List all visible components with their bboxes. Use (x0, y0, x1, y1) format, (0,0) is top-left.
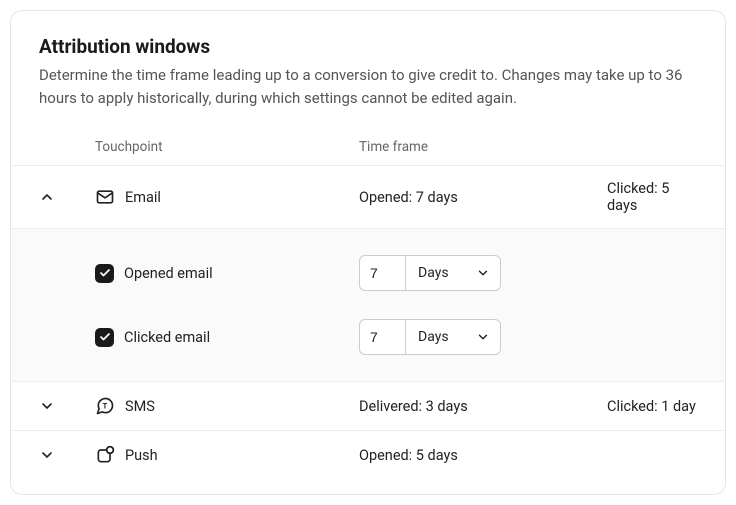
chevron-down-icon (39, 398, 55, 414)
attribution-windows-card: Attribution windows Determine the time f… (10, 10, 726, 495)
push-icon (95, 445, 115, 465)
opened-email-unit-select[interactable]: Days (405, 255, 501, 291)
row-sms-summary-clicked: Clicked: 1 day (607, 398, 697, 415)
expanded-row-opened-email: Opened email Days (11, 241, 725, 305)
row-email-summary-opened: Opened: 7 days (359, 189, 607, 206)
row-sms-summary-delivered: Delivered: 3 days (359, 398, 607, 415)
clicked-email-label: Clicked email (124, 329, 210, 346)
checkbox-clicked-email[interactable] (95, 328, 114, 347)
expand-toggle-push[interactable] (39, 447, 95, 463)
row-push-label: Push (125, 447, 158, 464)
svg-text:T: T (103, 402, 108, 411)
expanded-section-email: Opened email Days Clicked emai (11, 228, 725, 381)
row-email-summary-clicked: Clicked: 5 days (607, 180, 697, 214)
check-icon (99, 331, 111, 343)
card-header: Attribution windows Determine the time f… (11, 35, 725, 129)
clicked-email-unit-label: Days (418, 329, 449, 345)
chevron-down-icon (39, 447, 55, 463)
expand-toggle-email[interactable] (39, 189, 95, 205)
chevron-up-icon (39, 189, 55, 205)
expand-toggle-sms[interactable] (39, 398, 95, 414)
clicked-email-value-input[interactable] (359, 319, 405, 355)
check-icon (99, 267, 111, 279)
column-header-timeframe: Time frame (359, 139, 607, 155)
sms-icon: T (95, 396, 115, 416)
opened-email-input-group: Days (359, 255, 607, 291)
card-description: Determine the time frame leading up to a… (39, 64, 697, 109)
row-email: Email Opened: 7 days Clicked: 5 days (11, 165, 725, 228)
row-push: Push Opened: 5 days (11, 430, 725, 479)
chevron-down-icon (476, 266, 490, 280)
opened-email-label: Opened email (124, 265, 213, 282)
clicked-email-input-group: Days (359, 319, 607, 355)
column-header-touchpoint: Touchpoint (95, 139, 359, 155)
row-sms: T SMS Delivered: 3 days Clicked: 1 day (11, 381, 725, 430)
opened-email-unit-label: Days (418, 265, 449, 281)
row-sms-label: SMS (125, 398, 155, 415)
email-icon (95, 187, 115, 207)
checkbox-opened-email[interactable] (95, 264, 114, 283)
row-email-label: Email (125, 189, 161, 206)
opened-email-value-input[interactable] (359, 255, 405, 291)
clicked-email-unit-select[interactable]: Days (405, 319, 501, 355)
table-header: Touchpoint Time frame (11, 129, 725, 165)
card-title: Attribution windows (39, 35, 697, 58)
row-push-summary-opened: Opened: 5 days (359, 447, 607, 464)
expanded-row-clicked-email: Clicked email Days (11, 305, 725, 369)
chevron-down-icon (476, 330, 490, 344)
